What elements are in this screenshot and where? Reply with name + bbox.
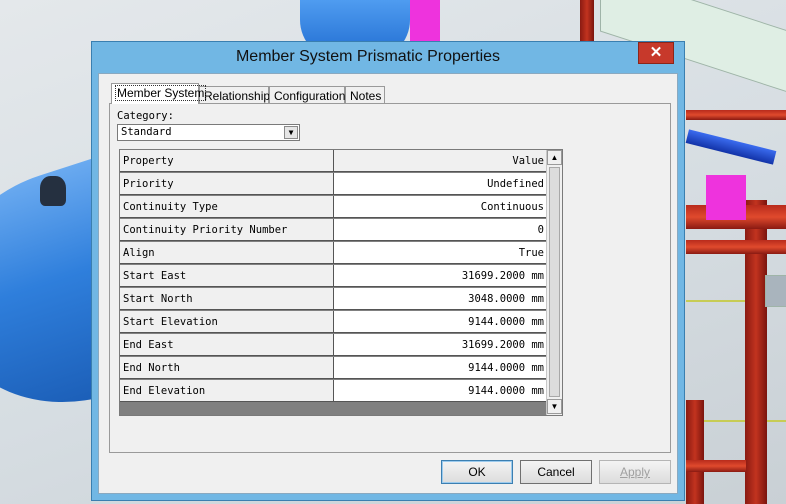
properties-dialog: Member System Prismatic Properties ✕ Mem… bbox=[91, 41, 685, 501]
category-label: Category: bbox=[117, 110, 174, 122]
property-name: Priority bbox=[120, 173, 334, 195]
column-header-value[interactable]: Value bbox=[334, 150, 547, 172]
category-value: Standard bbox=[121, 126, 172, 138]
scroll-thumb[interactable] bbox=[549, 167, 560, 397]
apply-label: Apply bbox=[619, 465, 651, 479]
property-name: End Elevation bbox=[120, 380, 334, 402]
chevron-down-icon[interactable]: ▼ bbox=[284, 126, 298, 139]
title-bar[interactable]: Member System Prismatic Properties ✕ bbox=[92, 42, 684, 74]
window-title: Member System Prismatic Properties bbox=[235, 48, 501, 65]
ok-button[interactable]: OK bbox=[441, 460, 513, 484]
scroll-up-icon[interactable]: ▲ bbox=[547, 150, 562, 165]
tab-member-system[interactable]: Member System bbox=[111, 83, 207, 104]
property-value[interactable]: 9144.0000 mm bbox=[334, 357, 547, 379]
apply-button[interactable]: Apply bbox=[599, 460, 671, 484]
table-row[interactable]: Continuity Type Continuous bbox=[120, 196, 547, 219]
magenta-support bbox=[410, 0, 440, 42]
scroll-down-icon[interactable]: ▼ bbox=[547, 399, 562, 414]
table-row[interactable]: Continuity Priority Number 0 bbox=[120, 219, 547, 242]
table-row[interactable]: Start North 3048.0000 mm bbox=[120, 288, 547, 311]
cancel-button[interactable]: Cancel bbox=[520, 460, 592, 484]
property-value[interactable]: Undefined bbox=[334, 173, 547, 195]
property-name: Continuity Priority Number bbox=[120, 219, 334, 241]
table-row[interactable]: End North 9144.0000 mm bbox=[120, 357, 547, 380]
table-row[interactable]: Start Elevation 9144.0000 mm bbox=[120, 311, 547, 334]
close-button[interactable]: ✕ bbox=[638, 42, 674, 64]
property-grid: Property Value Priority Undefined Contin… bbox=[119, 149, 563, 416]
table-row[interactable]: End Elevation 9144.0000 mm bbox=[120, 380, 547, 403]
tab-relationship[interactable]: Relationship bbox=[199, 86, 270, 104]
property-name: Continuity Type bbox=[120, 196, 334, 218]
steel-beam bbox=[686, 460, 746, 472]
property-name: Start Elevation bbox=[120, 311, 334, 333]
pipe-end-shape bbox=[765, 275, 786, 307]
steel-column bbox=[686, 400, 704, 504]
property-value[interactable]: 9144.0000 mm bbox=[334, 380, 547, 402]
magenta-support bbox=[706, 175, 746, 220]
property-name: Align bbox=[120, 242, 334, 264]
table-row[interactable]: Align True bbox=[120, 242, 547, 265]
table-row[interactable]: End East 31699.2000 mm bbox=[120, 334, 547, 357]
steel-beam bbox=[686, 110, 786, 120]
property-value[interactable]: 9144.0000 mm bbox=[334, 311, 547, 333]
category-dropdown[interactable]: Standard ▼ bbox=[117, 124, 300, 141]
property-name: End North bbox=[120, 357, 334, 379]
grid-header-row: Property Value bbox=[120, 150, 547, 173]
vertical-scrollbar[interactable]: ▲ ▼ bbox=[546, 150, 562, 415]
property-value[interactable]: 0 bbox=[334, 219, 547, 241]
property-value[interactable]: 31699.2000 mm bbox=[334, 265, 547, 287]
tab-configuration[interactable]: Configuration bbox=[269, 86, 345, 104]
table-row[interactable]: Start East 31699.2000 mm bbox=[120, 265, 547, 288]
steel-beam bbox=[686, 240, 786, 254]
tab-panel: Category: Standard ▼ Property Value Prio… bbox=[109, 103, 671, 453]
steel-column bbox=[580, 0, 594, 42]
column-header-property[interactable]: Property bbox=[120, 150, 334, 172]
property-name: Start East bbox=[120, 265, 334, 287]
property-value[interactable]: 3048.0000 mm bbox=[334, 288, 547, 310]
property-name: Start North bbox=[120, 288, 334, 310]
property-value[interactable]: Continuous bbox=[334, 196, 547, 218]
nozzle-shape bbox=[40, 176, 66, 206]
dialog-client-area: Member System Relationship Configuration… bbox=[98, 73, 678, 494]
property-value[interactable]: True bbox=[334, 242, 547, 264]
table-row[interactable]: Priority Undefined bbox=[120, 173, 547, 196]
property-value[interactable]: 31699.2000 mm bbox=[334, 334, 547, 356]
tab-label: Member System bbox=[114, 85, 207, 101]
tab-notes[interactable]: Notes bbox=[345, 86, 385, 104]
blue-member bbox=[685, 129, 777, 165]
property-name: End East bbox=[120, 334, 334, 356]
